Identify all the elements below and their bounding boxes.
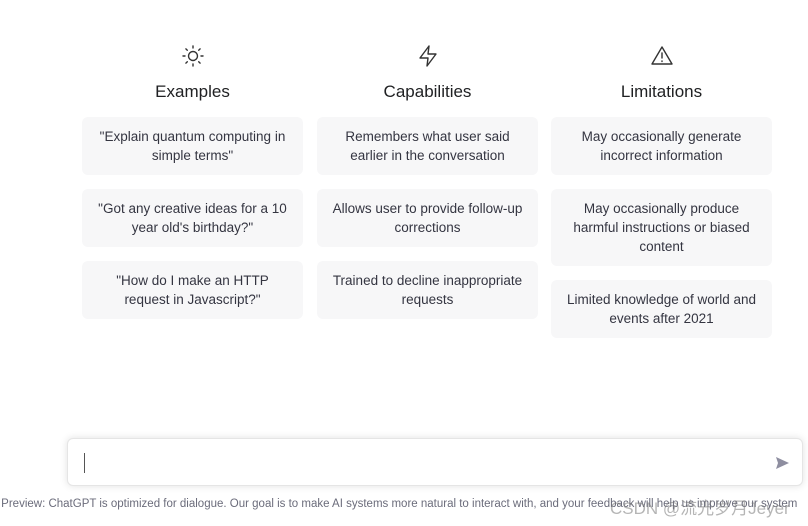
- column-title: Limitations: [620, 82, 703, 101]
- limitation-card: May occasionally produce harmful instruc…: [551, 189, 772, 266]
- column-title: Capabilities: [383, 82, 472, 101]
- text-caret: [84, 453, 85, 473]
- capability-card: Allows user to provide follow-up correct…: [317, 189, 538, 247]
- lightning-icon: [416, 40, 440, 72]
- send-icon[interactable]: [774, 455, 790, 476]
- limitation-card: May occasionally generate incorrect info…: [551, 117, 772, 175]
- sun-icon: [181, 40, 205, 72]
- message-input[interactable]: [67, 438, 803, 486]
- watermark: CSDN @流光岁月Jeyer: [610, 499, 790, 518]
- column-title: Examples: [155, 82, 230, 101]
- warning-icon: [650, 40, 674, 72]
- capability-card: Trained to decline inappropriate request…: [317, 261, 538, 319]
- column-examples: Examples "Explain quantum computing in s…: [82, 40, 303, 333]
- example-card[interactable]: "Explain quantum computing in simple ter…: [82, 117, 303, 175]
- limitation-card: Limited knowledge of world and events af…: [551, 280, 772, 338]
- column-limitations: Limitations May occasionally generate in…: [551, 40, 772, 352]
- example-card[interactable]: "How do I make an HTTP request in Javasc…: [82, 261, 303, 319]
- example-card[interactable]: "Got any creative ideas for a 10 year ol…: [82, 189, 303, 247]
- capability-card: Remembers what user said earlier in the …: [317, 117, 538, 175]
- column-capabilities: Capabilities Remembers what user said ea…: [317, 40, 538, 333]
